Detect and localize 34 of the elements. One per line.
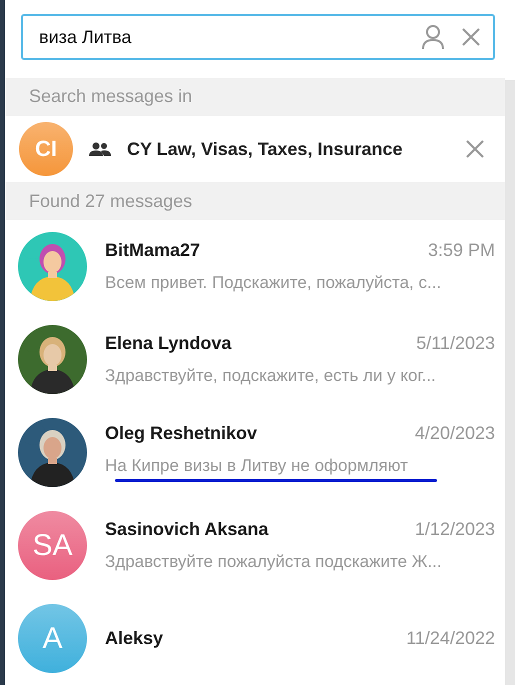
search-field[interactable]: виза Литва [21, 14, 495, 60]
close-icon [465, 139, 485, 159]
section-header: Search messages in [29, 86, 192, 108]
message-result[interactable]: Oleg Reshetnikov 4/20/2023 На Кипре визы в Литву не оформляют [5, 406, 505, 500]
message-result[interactable]: A Aleksy 11/24/2022 [5, 592, 505, 685]
chat-title: CY Law, Visas, Taxes, Insurance [127, 138, 404, 160]
close-icon [461, 27, 481, 47]
sender-name: Elena Lyndova [105, 333, 232, 354]
contact-avatar: A [18, 604, 87, 674]
sender-name: BitMama27 [105, 240, 200, 262]
clear-button[interactable] [461, 27, 481, 47]
message-time: 4/20/2023 [414, 423, 495, 444]
message-result[interactable]: Elena Lyndova 5/11/2023 Здравствуйте, подскажите, есть ли у ког... [5, 313, 505, 406]
message-preview: Всем привет. Подскажите, пожалуйста, с... [105, 273, 442, 294]
message-result[interactable]: SA Sasinovich Aksana 1/12/2023 Здравствуйте пожалуйста подскажите Ж... [5, 499, 505, 592]
message-time: 1/12/2023 [414, 519, 495, 540]
person-icon[interactable] [421, 24, 445, 50]
message-time: 3:59 PM [428, 240, 495, 262]
group-icon [89, 142, 111, 156]
contact-avatar: SA [18, 511, 87, 580]
message-preview: На Кипре визы в Литву не оформляют [105, 456, 408, 476]
message-preview: Здравствуйте, подскажите, есть ли у ког... [105, 366, 436, 386]
sender-name: Oleg Reshetnikov [105, 423, 258, 444]
message-time: 5/11/2023 [416, 333, 495, 354]
message-time: 11/24/2022 [406, 628, 495, 650]
scrollbar[interactable] [505, 80, 515, 685]
message-result[interactable]: BitMama27 3:59 PM Всем привет. Подскажите, пожалуйста, с... [5, 220, 505, 314]
sender-name: Aleksy [105, 628, 164, 650]
chat-avatar: CI [19, 122, 73, 176]
message-preview: Здравствуйте пожалуйста подскажите Ж... [105, 552, 442, 572]
results-header: Found 27 messages [29, 190, 192, 212]
search-input[interactable]: виза Литва [39, 26, 405, 48]
sender-name: Sasinovich Aksana [105, 519, 268, 540]
remove-chat-button[interactable] [465, 139, 485, 159]
